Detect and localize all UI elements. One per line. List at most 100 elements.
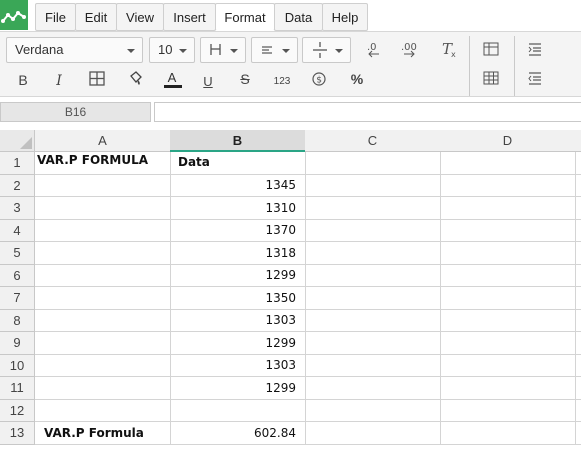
cell-d-10[interactable] — [440, 355, 576, 377]
cell-b-4[interactable]: 1370 — [170, 220, 306, 242]
cell-c-6[interactable] — [305, 265, 441, 287]
cell-d-12[interactable] — [440, 400, 576, 422]
column-header-d[interactable]: D — [440, 130, 576, 152]
merge-cells-button[interactable] — [85, 68, 109, 90]
cell-partial-3[interactable] — [575, 197, 581, 220]
cell-name-box[interactable]: B16 — [0, 102, 151, 122]
cell-d-4[interactable] — [440, 220, 576, 242]
select-all-corner[interactable] — [0, 130, 35, 152]
cell-b-2[interactable]: 1345 — [170, 175, 306, 197]
column-header-b[interactable]: B — [170, 130, 306, 152]
row-header-1[interactable]: 1 — [0, 152, 35, 175]
cell-c-9[interactable] — [305, 332, 441, 355]
cell-partial-10[interactable] — [575, 355, 581, 377]
cell-partial-5[interactable] — [575, 242, 581, 265]
underline-button[interactable]: U — [196, 70, 220, 92]
number-format-button[interactable]: 123 — [270, 68, 294, 90]
cell-partial-11[interactable] — [575, 377, 581, 400]
cell-a-7[interactable] — [35, 287, 171, 310]
cell-d-7[interactable] — [440, 287, 576, 310]
cell-c-1[interactable] — [305, 152, 441, 175]
cell-c-7[interactable] — [305, 287, 441, 310]
cell-d-5[interactable] — [440, 242, 576, 265]
cell-b-6[interactable]: 1299 — [170, 265, 306, 287]
cell-d-11[interactable] — [440, 377, 576, 400]
menu-view[interactable]: View — [116, 3, 164, 31]
cell-b-3[interactable]: 1310 — [170, 197, 306, 220]
percent-format-button[interactable]: % — [345, 68, 369, 90]
cell-c-10[interactable] — [305, 355, 441, 377]
column-header-a[interactable]: A — [35, 130, 171, 152]
insert-table-button[interactable] — [479, 38, 503, 60]
vertical-align-select[interactable] — [302, 37, 351, 63]
cell-b-9[interactable]: 1299 — [170, 332, 306, 355]
row-header-3[interactable]: 3 — [0, 197, 35, 220]
cell-partial-2[interactable] — [575, 175, 581, 197]
increase-indent-button[interactable] — [523, 38, 547, 60]
increase-decimal-button[interactable]: .00 — [398, 38, 422, 60]
cell-d-2[interactable] — [440, 175, 576, 197]
cell-b-11[interactable]: 1299 — [170, 377, 306, 400]
menu-file[interactable]: File — [35, 3, 76, 31]
row-header-12[interactable]: 12 — [0, 400, 35, 422]
row-header-4[interactable]: 4 — [0, 220, 35, 242]
cell-partial-4[interactable] — [575, 220, 581, 242]
cell-c-5[interactable] — [305, 242, 441, 265]
text-color-button[interactable]: A — [160, 66, 184, 88]
strikethrough-button[interactable]: S — [233, 68, 257, 90]
table-grid-button[interactable] — [479, 67, 503, 89]
cell-a-6[interactable] — [35, 265, 171, 287]
cell-partial-8[interactable] — [575, 310, 581, 332]
currency-format-button[interactable]: $ — [307, 68, 331, 90]
cell-partial-7[interactable] — [575, 287, 581, 310]
cell-c-12[interactable] — [305, 400, 441, 422]
decrease-decimal-button[interactable]: .0 — [361, 38, 385, 60]
cell-c-2[interactable] — [305, 175, 441, 197]
cell-partial-9[interactable] — [575, 332, 581, 355]
cell-a-2[interactable] — [35, 175, 171, 197]
cell-d-3[interactable] — [440, 197, 576, 220]
cell-partial-12[interactable] — [575, 400, 581, 422]
cell-a-12[interactable] — [35, 400, 171, 422]
menu-edit[interactable]: Edit — [75, 3, 117, 31]
menu-insert[interactable]: Insert — [163, 3, 216, 31]
cell-b-8[interactable]: 1303 — [170, 310, 306, 332]
cell-b-1[interactable]: Data — [170, 152, 306, 175]
menu-data[interactable]: Data — [274, 3, 323, 31]
cell-a-3[interactable] — [35, 197, 171, 220]
cell-partial-13[interactable] — [575, 422, 581, 445]
cell-c-3[interactable] — [305, 197, 441, 220]
align-select[interactable] — [251, 37, 298, 63]
bold-button[interactable]: B — [11, 69, 35, 91]
cell-d-1[interactable] — [440, 152, 576, 175]
row-header-2[interactable]: 2 — [0, 175, 35, 197]
cell-a-11[interactable] — [35, 377, 171, 400]
cell-d-9[interactable] — [440, 332, 576, 355]
row-header-7[interactable]: 7 — [0, 287, 35, 310]
decrease-indent-button[interactable] — [523, 67, 547, 89]
cell-a-10[interactable] — [35, 355, 171, 377]
cell-partial-6[interactable] — [575, 265, 581, 287]
cell-b-12[interactable] — [170, 400, 306, 422]
row-header-8[interactable]: 8 — [0, 310, 35, 332]
cell-b-13[interactable]: 602.84 — [170, 422, 306, 445]
row-header-10[interactable]: 10 — [0, 355, 35, 377]
cell-b-7[interactable]: 1350 — [170, 287, 306, 310]
row-header-11[interactable]: 11 — [0, 377, 35, 400]
cell-a-13[interactable]: VAR.P Formula — [35, 422, 171, 445]
fill-color-button[interactable] — [123, 68, 147, 90]
column-header-partial[interactable] — [575, 130, 581, 152]
app-logo[interactable] — [0, 0, 28, 30]
formula-input[interactable] — [154, 102, 581, 122]
row-header-6[interactable]: 6 — [0, 265, 35, 287]
cell-a-5[interactable] — [35, 242, 171, 265]
cell-partial-1[interactable] — [575, 152, 581, 175]
font-size-select[interactable]: 10 — [149, 37, 195, 63]
row-header-9[interactable]: 9 — [0, 332, 35, 355]
cell-a-9[interactable] — [35, 332, 171, 355]
cell-c-13[interactable] — [305, 422, 441, 445]
menu-format[interactable]: Format — [215, 3, 275, 31]
font-family-select[interactable]: Verdana — [6, 37, 143, 63]
row-header-5[interactable]: 5 — [0, 242, 35, 265]
cell-d-8[interactable] — [440, 310, 576, 332]
